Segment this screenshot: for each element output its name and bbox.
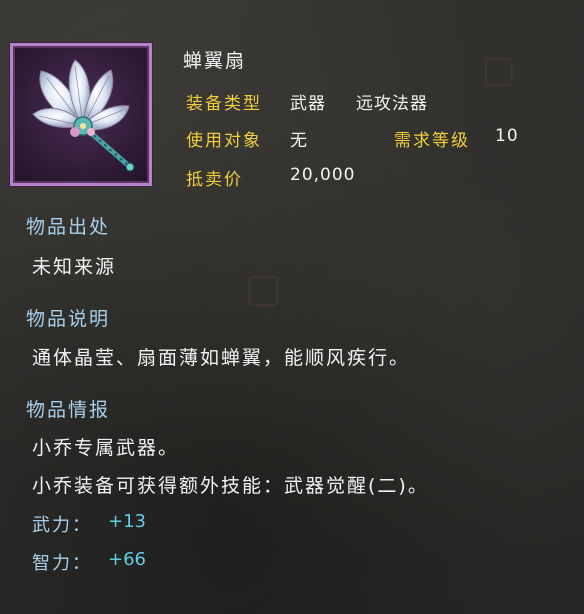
use-target-label: 使用对象 <box>186 131 262 151</box>
watermark-seal <box>485 58 513 86</box>
intelligence-stat-value: +66 <box>108 549 146 570</box>
sell-price-label: 抵卖价 <box>186 170 243 190</box>
sell-price-value: 20,000 <box>290 165 356 185</box>
required-level-label: 需求等级 <box>394 131 470 151</box>
force-stat-label: 武力： <box>32 515 92 536</box>
description-text: 通体晶莹、扇面薄如蝉翼，能顺风疾行。 <box>32 347 411 369</box>
equip-subtype-value: 远攻法器 <box>356 94 428 114</box>
equip-type-value: 武器 <box>290 94 326 114</box>
source-text: 未知来源 <box>32 256 117 278</box>
required-level-value: 10 <box>495 126 519 146</box>
cicada-wing-fan-icon <box>32 59 135 172</box>
info-line-2: 小乔装备可获得额外技能：武器觉醒(二)。 <box>32 475 429 497</box>
use-target-value: 无 <box>290 131 308 151</box>
item-icon-frame[interactable] <box>10 43 152 186</box>
description-section-title: 物品说明 <box>26 308 111 330</box>
equip-type-label: 装备类型 <box>186 94 262 114</box>
watermark-seal <box>248 276 278 306</box>
info-section-title: 物品情报 <box>26 399 111 421</box>
source-section-title: 物品出处 <box>26 216 111 238</box>
force-stat-value: +13 <box>108 511 146 532</box>
info-line-1: 小乔专属武器。 <box>32 437 180 459</box>
item-name: 蝉翼扇 <box>183 50 247 72</box>
intelligence-stat-label: 智力： <box>32 553 92 574</box>
